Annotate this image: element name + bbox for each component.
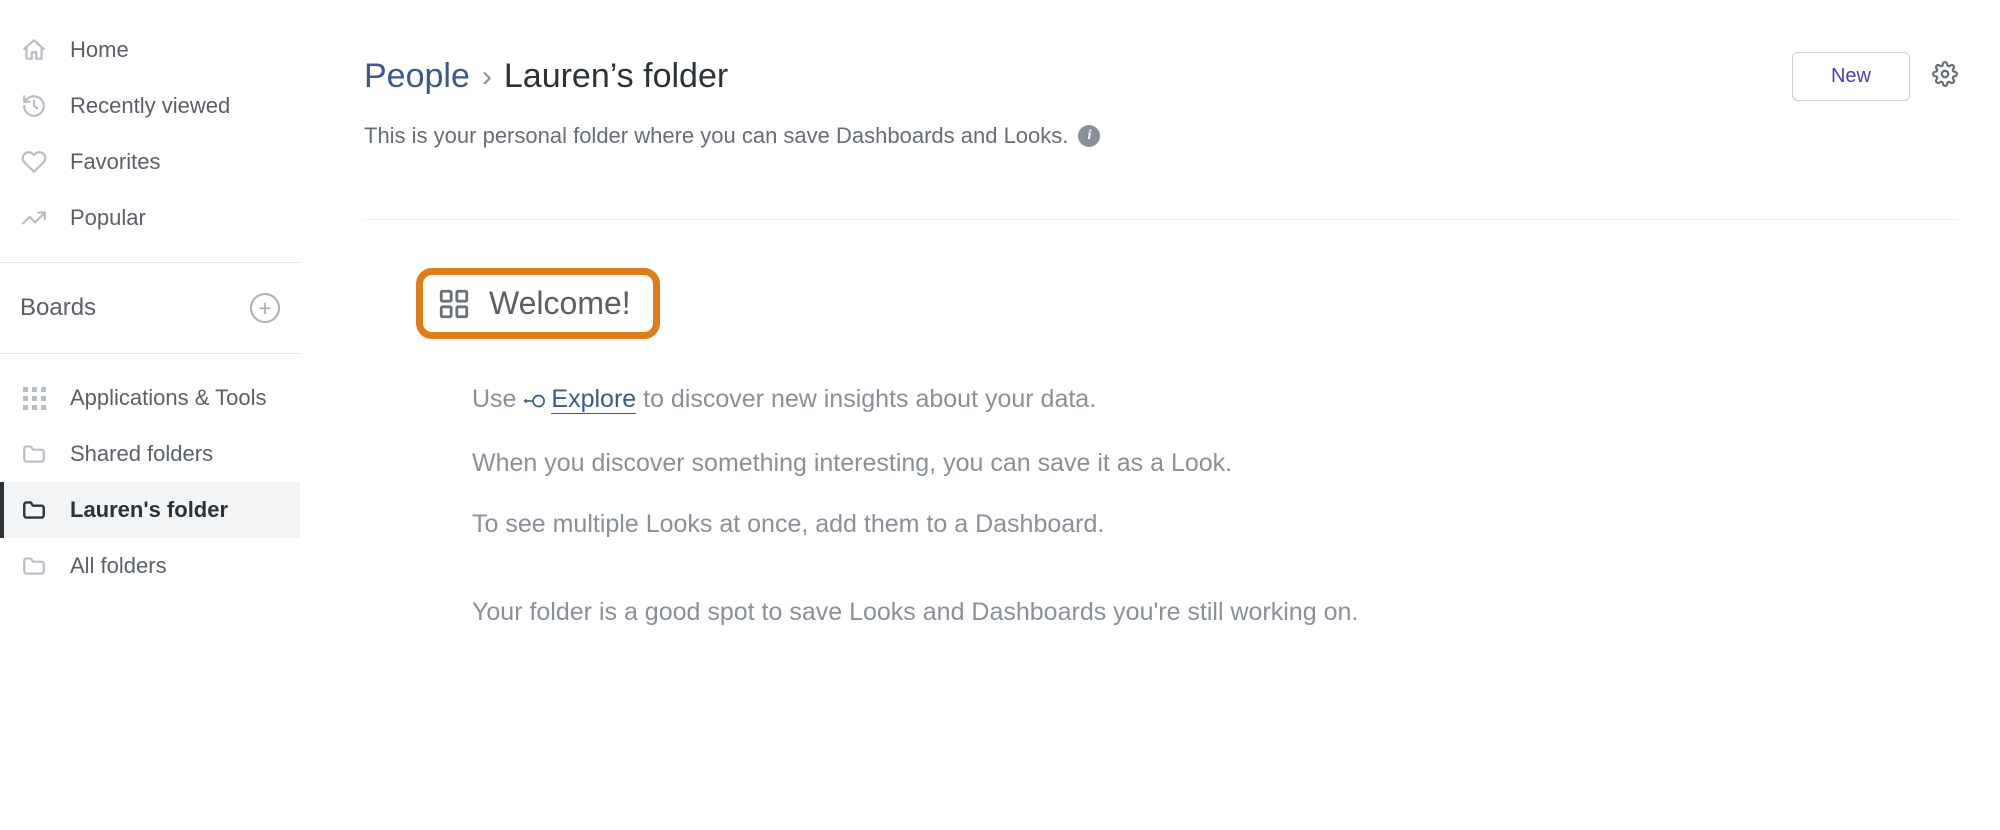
- nav-favorites[interactable]: Favorites: [0, 134, 300, 190]
- nav-label: All folders: [70, 553, 167, 579]
- welcome-line-4: Your folder is a good spot to save Looks…: [472, 594, 1906, 632]
- nav-label: Recently viewed: [70, 93, 230, 119]
- home-icon: [20, 36, 48, 64]
- nav-shared-folders[interactable]: Shared folders: [0, 426, 300, 482]
- nav-label: Favorites: [70, 149, 160, 175]
- nav-recently-viewed[interactable]: Recently viewed: [0, 78, 300, 134]
- nav-label: Home: [70, 37, 129, 63]
- explore-link[interactable]: Explore: [551, 385, 636, 414]
- nav-label: Applications & Tools: [70, 385, 267, 411]
- trend-icon: [20, 204, 48, 232]
- nav-label: Lauren's folder: [70, 497, 228, 523]
- welcome-body: Use Explore to discover new insights abo…: [416, 381, 1906, 631]
- folders-nav: Applications & Tools Shared folders Laur…: [0, 370, 300, 594]
- nav-popular[interactable]: Popular: [0, 190, 300, 246]
- welcome-line-3: To see multiple Looks at once, add them …: [472, 506, 1906, 544]
- nav-label: Shared folders: [70, 441, 213, 467]
- history-icon: [20, 92, 48, 120]
- welcome-card: Welcome! Use Explore to discover new ins…: [364, 219, 1958, 703]
- compass-icon: [523, 383, 545, 421]
- header-actions: New: [1792, 52, 1958, 101]
- apps-grid-icon: [20, 384, 48, 412]
- welcome-heading-highlight: Welcome!: [416, 268, 660, 339]
- nav-applications-tools[interactable]: Applications & Tools: [0, 370, 300, 426]
- info-icon[interactable]: i: [1078, 125, 1100, 147]
- boards-label: Boards: [20, 294, 96, 322]
- boards-section: Boards +: [0, 279, 300, 337]
- folder-icon: [20, 496, 48, 524]
- welcome-title: Welcome!: [489, 285, 631, 322]
- nav-label: Popular: [70, 205, 146, 231]
- breadcrumb-current: Lauren’s folder: [504, 57, 728, 96]
- add-board-button[interactable]: +: [250, 293, 280, 323]
- sidebar: Home Recently viewed Favorites Popular B…: [0, 0, 300, 830]
- page-header: People › Lauren’s folder New: [364, 52, 1958, 101]
- description-text: This is your personal folder where you c…: [364, 123, 1068, 149]
- heart-icon: [20, 148, 48, 176]
- main-content: People › Lauren’s folder New This is you…: [300, 0, 2000, 830]
- breadcrumb-parent-link[interactable]: People: [364, 57, 470, 96]
- nav-laurens-folder[interactable]: Lauren's folder: [0, 482, 300, 538]
- welcome-line-1: Use Explore to discover new insights abo…: [472, 381, 1906, 421]
- divider: [0, 262, 300, 263]
- primary-nav: Home Recently viewed Favorites Popular: [0, 22, 300, 246]
- gear-icon[interactable]: [1932, 61, 1958, 92]
- folder-description: This is your personal folder where you c…: [364, 123, 1958, 149]
- folder-icon: [20, 440, 48, 468]
- nav-home[interactable]: Home: [0, 22, 300, 78]
- divider: [0, 353, 300, 354]
- chevron-right-icon: ›: [482, 60, 492, 94]
- welcome-line-2: When you discover something interesting,…: [472, 445, 1906, 483]
- breadcrumb: People › Lauren’s folder: [364, 57, 728, 96]
- nav-all-folders[interactable]: All folders: [0, 538, 300, 594]
- new-button[interactable]: New: [1792, 52, 1910, 101]
- folder-icon: [20, 552, 48, 580]
- dashboard-grid-icon: [437, 287, 471, 321]
